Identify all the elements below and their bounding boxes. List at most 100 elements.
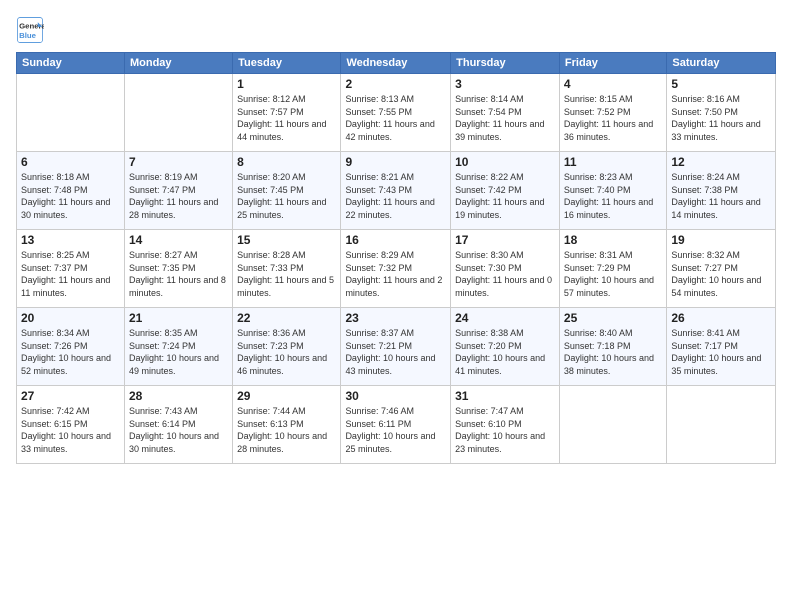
day-number: 1	[237, 77, 336, 91]
calendar-cell: 6 Sunrise: 8:18 AM Sunset: 7:48 PM Daylig…	[17, 152, 125, 230]
calendar-cell: 14 Sunrise: 8:27 AM Sunset: 7:35 PM Dayli…	[124, 230, 232, 308]
week-row-3: 20 Sunrise: 8:34 AM Sunset: 7:26 PM Dayli…	[17, 308, 776, 386]
calendar-cell: 11 Sunrise: 8:23 AM Sunset: 7:40 PM Dayli…	[559, 152, 666, 230]
calendar: SundayMondayTuesdayWednesdayThursdayFrid…	[16, 52, 776, 464]
day-info: Sunrise: 8:24 AM Sunset: 7:38 PM Dayligh…	[671, 171, 771, 221]
day-info: Sunrise: 8:34 AM Sunset: 7:26 PM Dayligh…	[21, 327, 120, 377]
day-number: 20	[21, 311, 120, 325]
calendar-cell: 12 Sunrise: 8:24 AM Sunset: 7:38 PM Dayli…	[667, 152, 776, 230]
day-info: Sunrise: 8:16 AM Sunset: 7:50 PM Dayligh…	[671, 93, 771, 143]
day-info: Sunrise: 8:40 AM Sunset: 7:18 PM Dayligh…	[564, 327, 662, 377]
day-number: 18	[564, 233, 662, 247]
logo: General Blue	[16, 16, 48, 44]
day-header-saturday: Saturday	[667, 53, 776, 74]
day-number: 22	[237, 311, 336, 325]
day-info: Sunrise: 8:18 AM Sunset: 7:48 PM Dayligh…	[21, 171, 120, 221]
calendar-cell: 27 Sunrise: 7:42 AM Sunset: 6:15 PM Dayli…	[17, 386, 125, 464]
day-info: Sunrise: 8:30 AM Sunset: 7:30 PM Dayligh…	[455, 249, 555, 299]
day-info: Sunrise: 7:42 AM Sunset: 6:15 PM Dayligh…	[21, 405, 120, 455]
calendar-cell: 26 Sunrise: 8:41 AM Sunset: 7:17 PM Dayli…	[667, 308, 776, 386]
week-row-0: 1 Sunrise: 8:12 AM Sunset: 7:57 PM Daylig…	[17, 74, 776, 152]
day-info: Sunrise: 7:46 AM Sunset: 6:11 PM Dayligh…	[345, 405, 446, 455]
day-info: Sunrise: 7:47 AM Sunset: 6:10 PM Dayligh…	[455, 405, 555, 455]
day-info: Sunrise: 8:28 AM Sunset: 7:33 PM Dayligh…	[237, 249, 336, 299]
calendar-cell: 21 Sunrise: 8:35 AM Sunset: 7:24 PM Dayli…	[124, 308, 232, 386]
calendar-cell: 31 Sunrise: 7:47 AM Sunset: 6:10 PM Dayli…	[451, 386, 560, 464]
day-info: Sunrise: 8:32 AM Sunset: 7:27 PM Dayligh…	[671, 249, 771, 299]
day-number: 31	[455, 389, 555, 403]
day-header-tuesday: Tuesday	[233, 53, 341, 74]
day-info: Sunrise: 8:19 AM Sunset: 7:47 PM Dayligh…	[129, 171, 228, 221]
svg-text:Blue: Blue	[19, 31, 37, 40]
day-number: 9	[345, 155, 446, 169]
calendar-cell: 13 Sunrise: 8:25 AM Sunset: 7:37 PM Dayli…	[17, 230, 125, 308]
day-info: Sunrise: 8:13 AM Sunset: 7:55 PM Dayligh…	[345, 93, 446, 143]
day-header-monday: Monday	[124, 53, 232, 74]
calendar-cell: 1 Sunrise: 8:12 AM Sunset: 7:57 PM Daylig…	[233, 74, 341, 152]
calendar-cell: 28 Sunrise: 7:43 AM Sunset: 6:14 PM Dayli…	[124, 386, 232, 464]
day-info: Sunrise: 8:12 AM Sunset: 7:57 PM Dayligh…	[237, 93, 336, 143]
day-info: Sunrise: 8:41 AM Sunset: 7:17 PM Dayligh…	[671, 327, 771, 377]
day-info: Sunrise: 7:43 AM Sunset: 6:14 PM Dayligh…	[129, 405, 228, 455]
day-number: 15	[237, 233, 336, 247]
day-number: 2	[345, 77, 446, 91]
calendar-cell: 3Sunrise: 8:14 AM Sunset: 7:54 PM Daylig…	[451, 74, 560, 152]
day-info: Sunrise: 8:25 AM Sunset: 7:37 PM Dayligh…	[21, 249, 120, 299]
day-info: Sunrise: 8:22 AM Sunset: 7:42 PM Dayligh…	[455, 171, 555, 221]
day-info: Sunrise: 8:27 AM Sunset: 7:35 PM Dayligh…	[129, 249, 228, 299]
day-number: 17	[455, 233, 555, 247]
calendar-cell: 10 Sunrise: 8:22 AM Sunset: 7:42 PM Dayli…	[451, 152, 560, 230]
day-number: 21	[129, 311, 228, 325]
day-number: 16	[345, 233, 446, 247]
day-info: Sunrise: 8:38 AM Sunset: 7:20 PM Dayligh…	[455, 327, 555, 377]
day-info: Sunrise: 8:15 AM Sunset: 7:52 PM Dayligh…	[564, 93, 662, 143]
day-number: 24	[455, 311, 555, 325]
week-row-2: 13 Sunrise: 8:25 AM Sunset: 7:37 PM Dayli…	[17, 230, 776, 308]
calendar-cell	[559, 386, 666, 464]
day-number: 5	[671, 77, 771, 91]
day-header-wednesday: Wednesday	[341, 53, 451, 74]
day-number: 25	[564, 311, 662, 325]
calendar-cell: 15 Sunrise: 8:28 AM Sunset: 7:33 PM Dayli…	[233, 230, 341, 308]
day-number: 28	[129, 389, 228, 403]
calendar-cell: 20 Sunrise: 8:34 AM Sunset: 7:26 PM Dayli…	[17, 308, 125, 386]
day-number: 27	[21, 389, 120, 403]
calendar-cell: 23Sunrise: 8:37 AM Sunset: 7:21 PM Dayli…	[341, 308, 451, 386]
day-header-thursday: Thursday	[451, 53, 560, 74]
day-info: Sunrise: 8:29 AM Sunset: 7:32 PM Dayligh…	[345, 249, 446, 299]
day-number: 30	[345, 389, 446, 403]
calendar-cell: 22Sunrise: 8:36 AM Sunset: 7:23 PM Dayli…	[233, 308, 341, 386]
day-number: 19	[671, 233, 771, 247]
calendar-cell: 16 Sunrise: 8:29 AM Sunset: 7:32 PM Dayli…	[341, 230, 451, 308]
day-info: Sunrise: 8:35 AM Sunset: 7:24 PM Dayligh…	[129, 327, 228, 377]
day-info: Sunrise: 8:20 AM Sunset: 7:45 PM Dayligh…	[237, 171, 336, 221]
day-info: Sunrise: 7:44 AM Sunset: 6:13 PM Dayligh…	[237, 405, 336, 455]
day-info: Sunrise: 8:23 AM Sunset: 7:40 PM Dayligh…	[564, 171, 662, 221]
day-info: Sunrise: 8:21 AM Sunset: 7:43 PM Dayligh…	[345, 171, 446, 221]
calendar-header-row: SundayMondayTuesdayWednesdayThursdayFrid…	[17, 53, 776, 74]
day-number: 7	[129, 155, 228, 169]
calendar-cell	[17, 74, 125, 152]
day-number: 29	[237, 389, 336, 403]
day-info: Sunrise: 8:31 AM Sunset: 7:29 PM Dayligh…	[564, 249, 662, 299]
calendar-cell: 7 Sunrise: 8:19 AM Sunset: 7:47 PM Daylig…	[124, 152, 232, 230]
day-number: 6	[21, 155, 120, 169]
logo-icon: General Blue	[16, 16, 44, 44]
day-number: 26	[671, 311, 771, 325]
day-number: 11	[564, 155, 662, 169]
calendar-cell: 2 Sunrise: 8:13 AM Sunset: 7:55 PM Daylig…	[341, 74, 451, 152]
calendar-cell: 25 Sunrise: 8:40 AM Sunset: 7:18 PM Dayli…	[559, 308, 666, 386]
day-number: 14	[129, 233, 228, 247]
day-number: 8	[237, 155, 336, 169]
calendar-cell	[667, 386, 776, 464]
day-info: Sunrise: 8:37 AM Sunset: 7:21 PM Dayligh…	[345, 327, 446, 377]
calendar-cell	[124, 74, 232, 152]
day-header-friday: Friday	[559, 53, 666, 74]
calendar-cell: 24 Sunrise: 8:38 AM Sunset: 7:20 PM Dayli…	[451, 308, 560, 386]
week-row-1: 6 Sunrise: 8:18 AM Sunset: 7:48 PM Daylig…	[17, 152, 776, 230]
week-row-4: 27 Sunrise: 7:42 AM Sunset: 6:15 PM Dayli…	[17, 386, 776, 464]
day-number: 13	[21, 233, 120, 247]
calendar-cell: 8 Sunrise: 8:20 AM Sunset: 7:45 PM Daylig…	[233, 152, 341, 230]
day-number: 10	[455, 155, 555, 169]
day-number: 12	[671, 155, 771, 169]
